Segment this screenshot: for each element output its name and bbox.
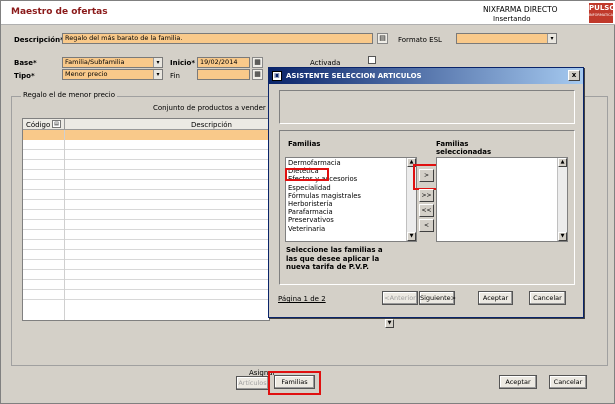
descripcion-field[interactable]: Regalo del más barato de la familia. bbox=[62, 33, 373, 44]
list-item[interactable]: Veterinaria bbox=[286, 225, 416, 233]
descripcion-label: Descripción* bbox=[14, 36, 64, 44]
tipo-label: Tipo* bbox=[14, 72, 35, 80]
list-item[interactable]: Preservativos bbox=[286, 216, 416, 224]
list-item[interactable]: Herboristería bbox=[286, 200, 416, 208]
scroll-down-arrow[interactable]: ▼ bbox=[558, 232, 567, 241]
col-codigo: Código bbox=[26, 121, 51, 129]
chevron-down-icon: ▾ bbox=[153, 58, 162, 67]
chevron-down-icon: ▾ bbox=[153, 70, 162, 79]
seleccionadas-list[interactable]: ▲ ▼ bbox=[436, 157, 568, 242]
activada-checkbox[interactable] bbox=[368, 56, 376, 64]
dialog-banner bbox=[279, 90, 575, 124]
productos-grid[interactable]: Código ▤ Descripción bbox=[22, 118, 270, 321]
table-row[interactable] bbox=[23, 220, 269, 230]
add-all-button[interactable]: >> bbox=[419, 189, 434, 202]
aceptar-button[interactable]: Aceptar bbox=[499, 375, 537, 389]
table-row[interactable] bbox=[23, 130, 269, 140]
table-row[interactable] bbox=[23, 280, 269, 290]
activada-label: Activada bbox=[310, 59, 341, 67]
remove-all-button[interactable]: << bbox=[419, 204, 434, 217]
fin-date-field[interactable] bbox=[197, 69, 250, 80]
table-row[interactable] bbox=[23, 200, 269, 210]
table-row[interactable] bbox=[23, 270, 269, 280]
tipo-select[interactable]: Menor precio ▾ bbox=[62, 69, 163, 80]
status-label: Insertando bbox=[493, 15, 531, 23]
list-item[interactable]: Fórmulas magistrales bbox=[286, 192, 416, 200]
dialog-titlebar: ▣ ASISTENTE SELECCION ARTICULOS x bbox=[269, 68, 583, 84]
table-row[interactable] bbox=[23, 180, 269, 190]
table-row[interactable] bbox=[23, 290, 269, 300]
table-row[interactable] bbox=[23, 230, 269, 240]
base-select[interactable]: Familia/Subfamilia ▾ bbox=[62, 57, 163, 68]
familias-list-label: Familias bbox=[288, 140, 321, 148]
column-lookup-icon[interactable]: ▤ bbox=[52, 120, 61, 128]
chevron-down-icon: ▾ bbox=[547, 34, 556, 43]
table-row[interactable] bbox=[23, 240, 269, 250]
formato-esl-select[interactable]: ▾ bbox=[456, 33, 557, 44]
calendar-icon[interactable]: ▦ bbox=[252, 69, 263, 80]
table-row[interactable] bbox=[23, 150, 269, 160]
remove-button[interactable]: < bbox=[419, 219, 434, 232]
asistente-dialog: ▣ ASISTENTE SELECCION ARTICULOS x Famili… bbox=[268, 67, 584, 318]
table-row[interactable] bbox=[23, 140, 269, 150]
table-row[interactable] bbox=[23, 210, 269, 220]
table-row[interactable] bbox=[23, 260, 269, 270]
close-icon[interactable]: x bbox=[568, 70, 580, 81]
base-label: Base* bbox=[14, 59, 37, 67]
header-bar: Maestro de ofertas NIXFARMA DIRECTO Inse… bbox=[1, 1, 615, 25]
siguiente-button[interactable]: Siguiente> bbox=[419, 291, 456, 305]
fin-label: Fin bbox=[170, 72, 180, 80]
formato-esl-label: Formato ESL bbox=[398, 36, 442, 44]
grid-header: Código ▤ Descripción bbox=[23, 119, 269, 130]
inicio-date-field[interactable]: 19/02/2014 bbox=[197, 57, 250, 68]
scroll-up-arrow[interactable]: ▲ bbox=[558, 158, 567, 167]
articulos-button[interactable]: Artículos bbox=[236, 376, 269, 390]
table-row[interactable] bbox=[23, 160, 269, 170]
brand-label: NIXFARMA DIRECTO bbox=[483, 5, 558, 14]
inicio-label: Inicio* bbox=[170, 59, 196, 67]
list-item[interactable]: Parafarmacia bbox=[286, 208, 416, 216]
calendar-icon[interactable]: ▦ bbox=[252, 57, 263, 68]
seleccionadas-scrollbar[interactable]: ▲ ▼ bbox=[557, 158, 567, 241]
page-title: Maestro de ofertas bbox=[11, 7, 108, 17]
add-button[interactable]: > bbox=[419, 169, 434, 182]
anterior-button[interactable]: <Anterior bbox=[382, 291, 418, 305]
conjunto-label: Conjunto de productos a vender bbox=[153, 104, 266, 112]
table-row[interactable] bbox=[23, 170, 269, 180]
app-icon: ▣ bbox=[272, 71, 282, 81]
dialog-cancelar-button[interactable]: Cancelar bbox=[529, 291, 566, 305]
maestro-ofertas-window: Maestro de ofertas NIXFARMA DIRECTO Inse… bbox=[0, 0, 615, 404]
dialog-aceptar-button[interactable]: Aceptar bbox=[478, 291, 513, 305]
dialog-title: ASISTENTE SELECCION ARTICULOS bbox=[286, 72, 422, 80]
descripcion-lookup-icon[interactable]: ▤ bbox=[377, 33, 388, 44]
pulso-logo: PULSO INFORMATICA bbox=[589, 3, 615, 23]
familias-button[interactable]: Familias bbox=[274, 375, 315, 389]
instruction-text: Seleccione las familias a las que desee … bbox=[286, 246, 383, 271]
seleccionadas-label: Familias seleccionadas bbox=[436, 140, 492, 156]
table-row[interactable] bbox=[23, 250, 269, 260]
cancelar-button[interactable]: Cancelar bbox=[549, 375, 587, 389]
list-item[interactable]: Especialidad bbox=[286, 184, 416, 192]
scroll-down-arrow[interactable]: ▼ bbox=[407, 232, 416, 241]
group-label: Regalo el de menor precio bbox=[21, 91, 117, 99]
dietetica-highlight-box bbox=[285, 168, 329, 181]
page-indicator: Página 1 de 2 bbox=[278, 295, 326, 303]
scroll-down-arrow[interactable]: ▼ bbox=[385, 319, 394, 328]
table-row[interactable] bbox=[23, 190, 269, 200]
list-item[interactable]: Dermofarmacia bbox=[286, 159, 416, 167]
col-descripcion: Descripción bbox=[191, 121, 232, 129]
